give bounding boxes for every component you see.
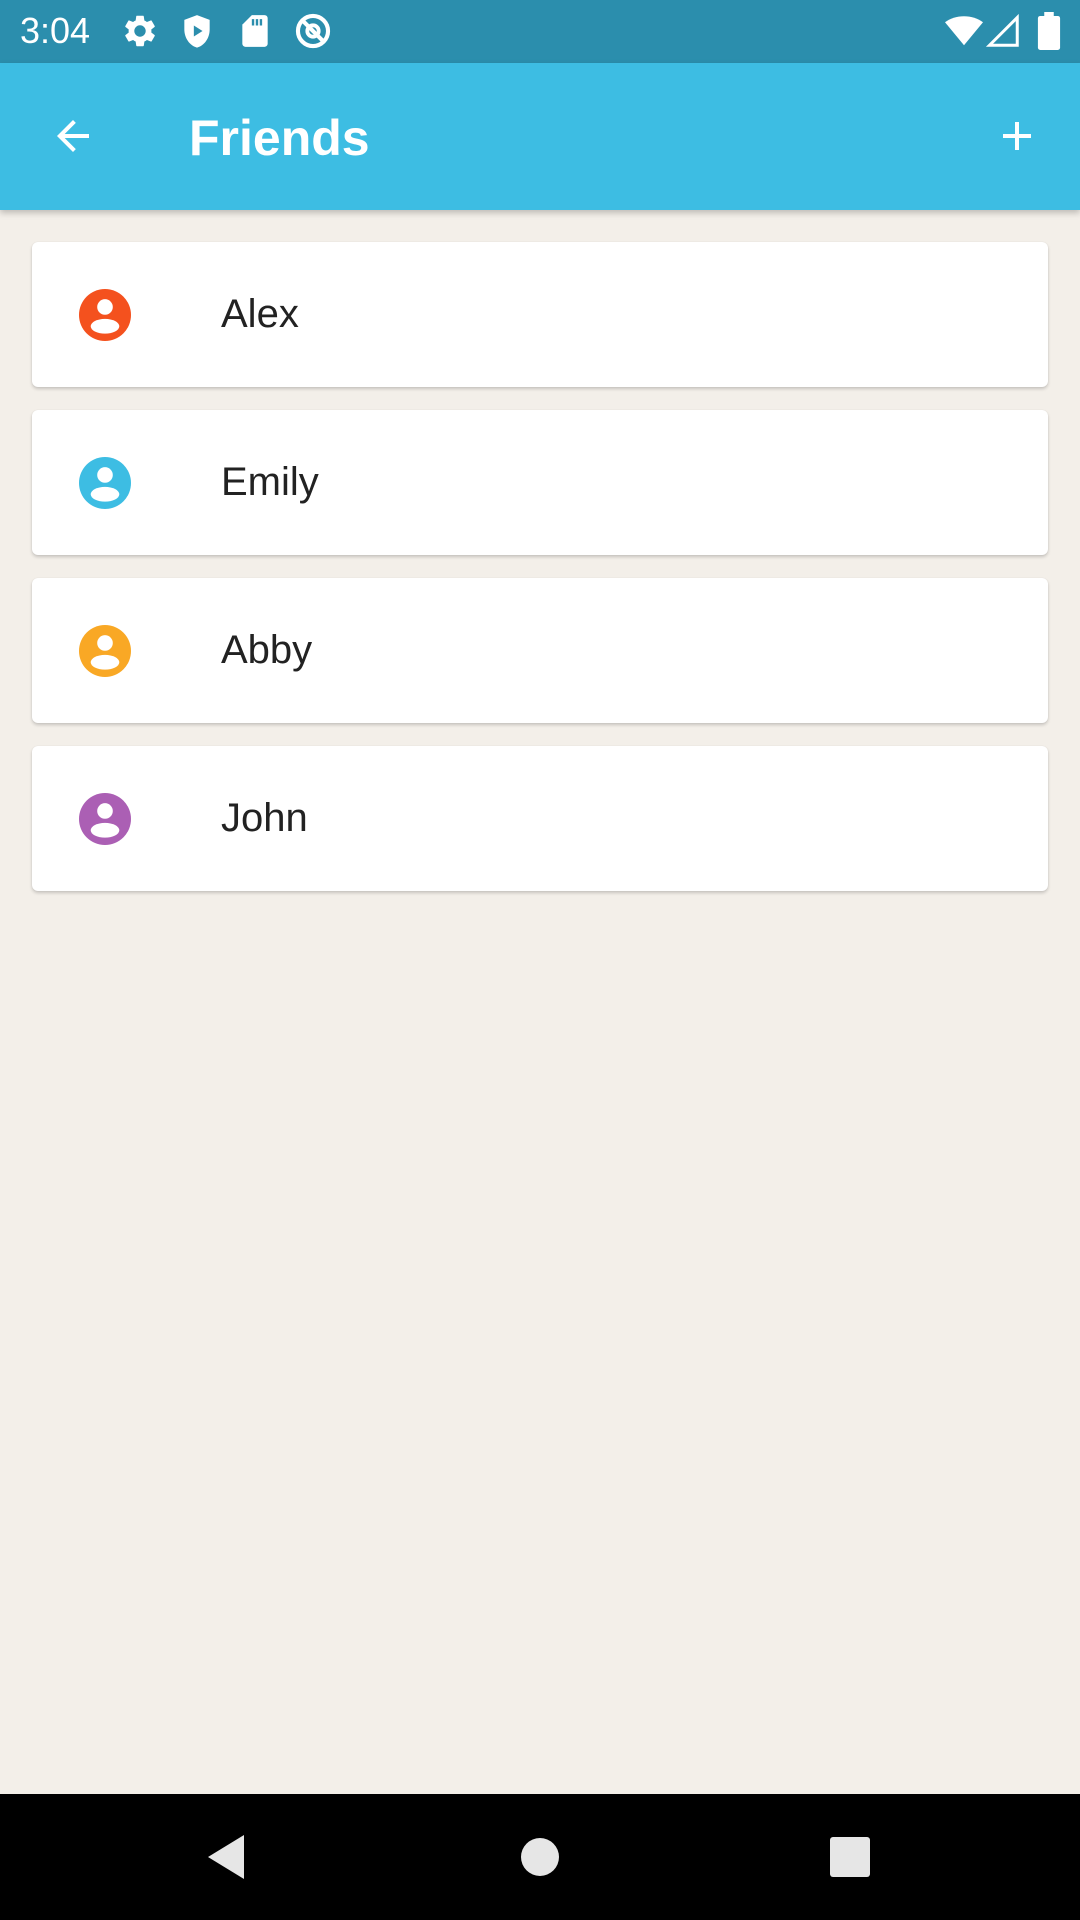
page-title: Friends xyxy=(189,110,370,166)
friend-card-john[interactable]: John xyxy=(32,746,1048,891)
friend-card-alex[interactable]: Alex xyxy=(32,242,1048,387)
gear-icon xyxy=(121,12,159,50)
nav-recents-button[interactable] xyxy=(820,1827,880,1887)
friend-name: Abby xyxy=(221,628,313,672)
status-bar: 3:04 xyxy=(0,0,1080,63)
friends-list: Alex Emily Abby John xyxy=(32,242,1048,914)
friend-name: Alex xyxy=(221,292,299,336)
nav-back-button[interactable] xyxy=(196,1827,256,1887)
at-sign-icon xyxy=(294,12,332,50)
account-circle-icon xyxy=(79,625,131,677)
wifi-icon xyxy=(944,12,984,50)
account-circle-icon xyxy=(79,289,131,341)
account-circle-icon xyxy=(79,457,131,509)
home-circle-icon xyxy=(519,1836,561,1878)
add-friend-button[interactable] xyxy=(982,103,1052,173)
status-time: 3:04 xyxy=(20,10,91,51)
back-button[interactable] xyxy=(38,103,108,173)
friend-card-abby[interactable]: Abby xyxy=(32,578,1048,723)
friend-card-emily[interactable]: Emily xyxy=(32,410,1048,555)
arrow-back-icon xyxy=(49,112,97,165)
friend-name: Emily xyxy=(221,460,319,504)
nav-home-button[interactable] xyxy=(510,1827,570,1887)
sd-card-icon xyxy=(236,12,274,50)
recents-square-icon xyxy=(829,1836,871,1878)
battery-icon xyxy=(1036,12,1062,50)
plus-icon xyxy=(993,112,1041,165)
navigation-bar xyxy=(0,1794,1080,1920)
signal-icon xyxy=(985,12,1021,50)
friend-name: John xyxy=(221,796,308,840)
account-circle-icon xyxy=(79,793,131,845)
back-triangle-icon xyxy=(204,1833,248,1881)
shield-play-icon xyxy=(178,12,216,50)
app-bar: Friends xyxy=(0,63,1080,210)
